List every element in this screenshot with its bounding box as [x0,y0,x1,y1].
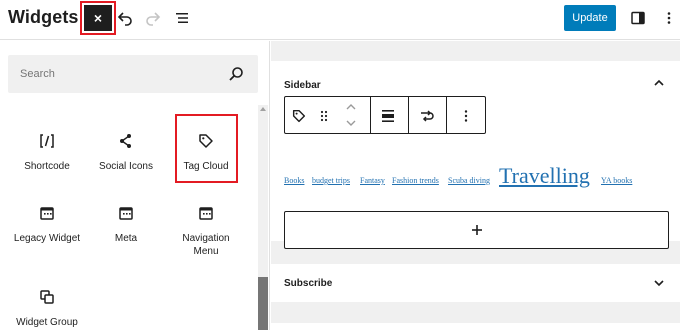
chevron-down-icon[interactable] [652,276,666,290]
move-up-button[interactable] [342,99,360,115]
block-toolbar [284,96,486,134]
more-vertical-icon [464,110,468,122]
shortcode-icon [37,131,57,151]
page-title: Widgets [8,7,79,27]
scrollbar-thumb[interactable] [258,277,268,330]
move-down-button[interactable] [342,115,360,131]
tag-link[interactable]: Travelling [499,163,590,189]
chevron-up-icon [346,104,356,110]
undo-button[interactable] [113,6,137,30]
share-icon [116,131,136,151]
list-view-button[interactable] [170,6,194,30]
sidebar-area-title[interactable]: Sidebar [284,80,321,91]
tag-icon [292,109,306,123]
transform-icon [421,110,434,122]
widget-area-partial [271,323,680,330]
toolbar-divider [408,97,409,133]
tag-link[interactable]: Fantasy [360,176,385,185]
tag-link[interactable]: Fashion trends [392,176,439,185]
redo-icon [146,12,161,26]
block-navigation-menu[interactable]: Navigation Menu [166,203,246,258]
scroll-up-arrow[interactable] [260,107,266,111]
options-button[interactable] [657,6,680,30]
update-button[interactable]: Update [564,5,616,31]
calendar-icon [116,203,136,223]
tag-cloud-highlight [175,114,238,183]
chevron-up-icon[interactable] [652,76,666,90]
block-type-button[interactable] [289,106,309,126]
tag-link[interactable]: Scuba diving [448,176,490,185]
search-input[interactable] [8,55,218,93]
block-meta[interactable]: Meta [86,203,166,245]
settings-button[interactable] [626,6,650,30]
widget-canvas: Sidebar Books budget trips Fantasy Fashi… [271,41,680,330]
group-icon [37,287,57,307]
align-wide-icon [382,110,394,122]
more-vertical-icon [667,12,671,24]
chevron-down-icon [346,120,356,126]
calendar-icon [196,203,216,223]
transform-button[interactable] [416,106,438,126]
tag-cloud: Books budget trips Fantasy Fashion trend… [284,163,674,191]
calendar-icon [37,203,57,223]
tag-link[interactable]: budget trips [312,176,350,185]
align-button[interactable] [377,106,399,126]
block-social-icons[interactable]: Social Icons [86,131,166,173]
tag-link[interactable]: Books [284,176,304,185]
plus-icon [471,225,482,235]
search-icon [229,67,243,81]
sidebar-toggle-icon [631,11,645,25]
drag-handle-icon [320,110,328,122]
block-widget-group[interactable]: Widget Group [7,287,87,329]
drag-handle[interactable] [317,106,331,126]
list-view-icon [176,13,188,23]
sidebar-widget-area: Sidebar Books budget trips Fantasy Fashi… [271,61,680,249]
toolbar-divider [370,97,371,133]
block-legacy-widget[interactable]: Legacy Widget [7,203,87,245]
tag-link[interactable]: YA books [601,176,632,185]
block-shortcode[interactable]: Shortcode [7,131,87,173]
add-block-button[interactable]: + [284,211,669,249]
close-button-highlight [80,1,116,35]
subscribe-widget-area: Subscribe [271,264,680,302]
block-search [8,55,258,93]
redo-button[interactable] [141,6,165,30]
editor-header: Widgets × Update [0,0,680,40]
block-options-button[interactable] [456,106,476,126]
block-inserter: Shortcode Social Icons Tag Cloud [0,41,270,330]
undo-icon [117,12,132,26]
toolbar-divider [446,97,447,133]
subscribe-area-title[interactable]: Subscribe [284,278,332,289]
